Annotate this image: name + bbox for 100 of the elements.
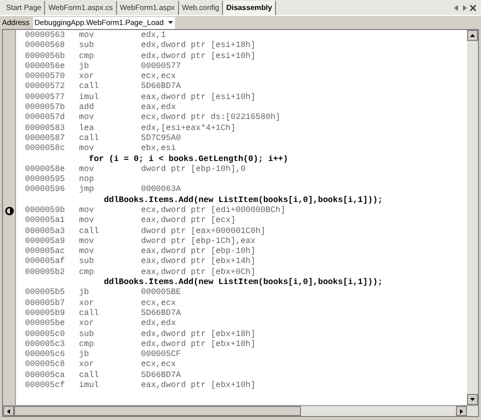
mnemonic-text: xor — [79, 359, 95, 371]
operand-text: edx,1 — [141, 30, 166, 41]
operand-text: 000005CF — [141, 349, 181, 362]
mnemonic-text: xor — [79, 318, 95, 330]
operand-text: eax,dword ptr [ebp-10h] — [141, 246, 256, 257]
mnemonic-text: mov — [79, 164, 95, 176]
address-text: 000005ca — [25, 370, 66, 381]
mnemonic-text: jmp — [79, 184, 95, 196]
address-text: 00000568 — [25, 40, 66, 52]
operand-text: edx,dword ptr [esi+18h] — [141, 40, 256, 52]
address-text: 00000596 — [25, 184, 66, 196]
address-text: 0000058e — [25, 164, 66, 176]
address-text: 000005c8 — [25, 359, 66, 372]
address-text: 000005c3 — [25, 338, 66, 350]
dropdown-arrow-icon — [168, 21, 173, 24]
operand-text: edx,dword ptr [ebx+10h] — [141, 338, 256, 350]
address-text: 0000059b — [25, 204, 66, 216]
operand-text: ecx,dword ptr ds:[02216580h] — [141, 112, 280, 124]
mnemonic-text: jb — [79, 349, 90, 362]
operand-text: ecx,ecx — [141, 359, 176, 372]
source-code-text: ddlBooks.Items.Add(new ListItem(books[i,0],books[i,1])); — [102, 277, 383, 288]
mnemonic-text: mov — [79, 112, 95, 124]
operand-text: edx,dword ptr [esi+10h] — [141, 50, 256, 62]
operand-text: ecx,dword ptr [edi+000000BCh] — [141, 204, 286, 216]
address-text: 000005cf — [25, 380, 66, 392]
operand-text: eax,dword ptr [ecx] — [141, 215, 236, 227]
address-text: 00000583 — [25, 122, 66, 134]
mnemonic-text: jb — [79, 60, 90, 73]
address-text: 00000577 — [25, 92, 66, 103]
scroll-left-icon[interactable] — [7, 408, 10, 414]
scroll-right-icon[interactable] — [460, 408, 463, 414]
operand-text: edx,[esi+eax*4+1Ch] — [141, 122, 236, 134]
address-text: 000005c6 — [25, 349, 66, 360]
address-text: 000005a1 — [25, 215, 66, 228]
mnemonic-text: lea — [79, 122, 95, 134]
address-text: 000005b7 — [25, 298, 66, 309]
mnemonic-text: sub — [79, 40, 95, 52]
mnemonic-text: cmp — [79, 266, 95, 279]
operand-text: 00000577 — [141, 60, 181, 73]
mnemonic-text: mov — [79, 215, 95, 227]
mnemonic-text: call — [79, 370, 100, 381]
mnemonic-text: imul — [79, 92, 100, 103]
operand-text: 5D66BD7A — [141, 81, 181, 93]
operand-text: edx,dword ptr [ebx+18h] — [141, 328, 256, 340]
mnemonic-text: call — [79, 81, 100, 93]
address-text: 000005b2 — [25, 266, 66, 279]
address-text: 000005af — [25, 256, 66, 268]
mnemonic-text: imul — [79, 380, 100, 392]
operand-text: 0000063A — [141, 184, 181, 196]
address-text: 0000056b — [25, 50, 66, 62]
address-text: 000005ac — [25, 246, 66, 257]
mnemonic-text: nop — [79, 174, 95, 185]
address-text: 00000572 — [25, 81, 66, 94]
address-text: 00000587 — [25, 132, 66, 144]
address-text: 000005b9 — [25, 308, 66, 319]
address-text: 00000570 — [25, 71, 66, 82]
source-code-text: for (i = 0; i < books.GetLength(0); i++) — [88, 154, 288, 165]
operand-text: edx,edx — [141, 318, 176, 330]
operand-text: ebx,esi — [141, 143, 176, 155]
operand-text: eax,dword ptr [esi+10h] — [141, 92, 256, 103]
mnemonic-text: call — [79, 132, 100, 145]
scroll-down-icon[interactable] — [470, 398, 475, 401]
scrollbar-thumb[interactable] — [14, 406, 301, 416]
vertical-scrollbar[interactable] — [467, 30, 478, 405]
mnemonic-text: sub — [79, 256, 95, 268]
mnemonic-text: mov — [79, 30, 95, 41]
mnemonic-text: jb — [79, 287, 90, 300]
mnemonic-text: sub — [79, 328, 95, 341]
mnemonic-text: add — [79, 102, 95, 114]
close-icon[interactable] — [470, 4, 476, 10]
scroll-up-icon[interactable] — [470, 34, 475, 37]
mnemonic-text: call — [79, 226, 100, 238]
horizontal-scrollbar[interactable] — [3, 405, 478, 416]
mnemonic-text: cmp — [79, 50, 95, 62]
address-text: 0000058c — [25, 143, 66, 156]
address-text: 0000057d — [25, 112, 66, 124]
address-text: 000005a3 — [25, 226, 66, 238]
mnemonic-text: cmp — [79, 338, 95, 350]
operand-text: eax,edx — [141, 102, 176, 113]
operand-text: 000005BE — [141, 287, 181, 300]
operand-text: eax,dword ptr [ebx+10h] — [141, 380, 256, 392]
address-text: 000005be — [25, 318, 66, 330]
operand-text: ecx,ecx — [141, 71, 176, 82]
operand-text: dword ptr [ebp-10h],0 — [141, 164, 246, 176]
mnemonic-text: mov — [79, 236, 95, 248]
mnemonic-text: mov — [79, 143, 95, 154]
address-text: 000005c0 — [25, 328, 66, 340]
operand-text: ecx,ecx — [141, 298, 176, 310]
mnemonic-text: call — [79, 308, 100, 320]
mnemonic-text: xor — [79, 298, 95, 309]
address-text: 00000595 — [25, 174, 66, 186]
mnemonic-text: xor — [79, 71, 95, 82]
operand-text: dword ptr [ebp-1Ch],eax — [141, 236, 256, 247]
operand-text: eax,dword ptr [ebx+0Ch] — [141, 266, 256, 278]
address-text: 00000563 — [25, 30, 66, 42]
operand-text: dword ptr [eax+000001C0h] — [141, 226, 266, 237]
operand-text: 5D7C95A0 — [141, 132, 181, 144]
source-code-text: ddlBooks.Items.Add(new ListItem(books[i,0],books[i,1])); — [102, 194, 383, 206]
operand-text: eax,dword ptr [ebx+14h] — [141, 256, 256, 268]
address-text: 000005a9 — [25, 236, 66, 248]
